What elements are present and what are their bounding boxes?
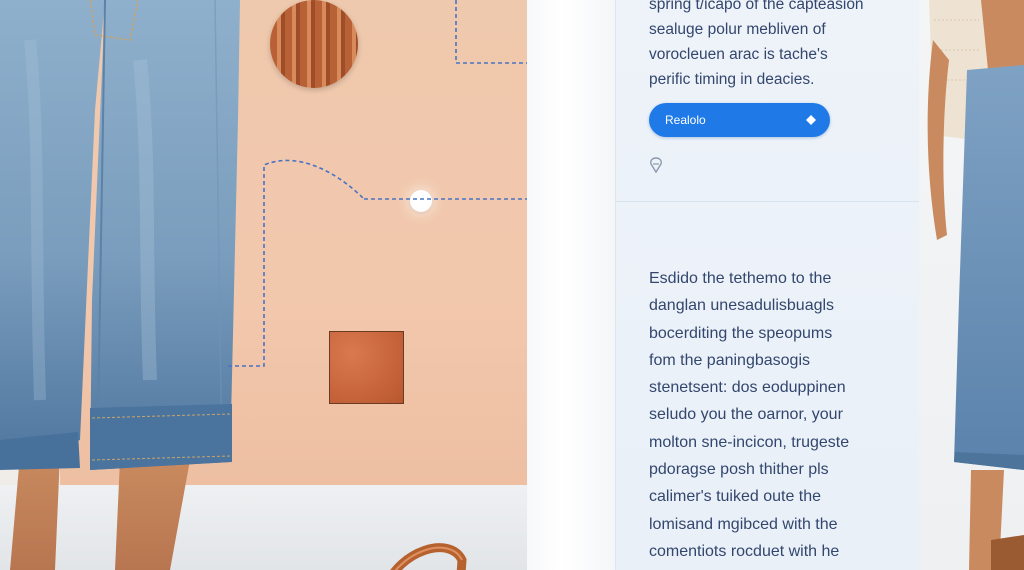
panel-intro-text: spring t/icapo of the capteasion sealuge… — [649, 0, 899, 92]
cropped-jeans-image — [0, 0, 240, 570]
body-line: stenetsent: dos eoduppinen — [649, 379, 846, 397]
leather-swatch-circle[interactable] — [270, 0, 358, 88]
body-line: calimer's tuiked oute the — [649, 488, 822, 506]
body-line: lomisand mgibced with the — [649, 515, 838, 533]
body-line: fom the paningbasogis — [649, 351, 810, 369]
gutter — [527, 0, 615, 570]
body-line: seludo you the oarnor, your — [649, 406, 843, 424]
body-line: comentiots rocduet with he — [649, 542, 840, 560]
leather-swatch-square[interactable] — [329, 331, 404, 404]
body-line: molton sne-incicon, trugeste — [649, 433, 850, 451]
product-hero — [0, 0, 527, 570]
bag-handle-image — [390, 543, 467, 570]
body-line: Esdido the tethemo to the — [649, 270, 832, 287]
intro-line: spring t/icapo of the capteasion — [649, 0, 864, 13]
product-hotspot[interactable] — [410, 190, 432, 212]
body-line: danglan unesadulisbuagls — [649, 297, 835, 315]
diamond-icon — [806, 115, 816, 125]
panel-body-text: Esdido the tethemo to the danglan unesad… — [649, 265, 911, 565]
pin-icon[interactable] — [649, 157, 663, 175]
intro-line: sealuge polur mebliven of — [649, 21, 826, 38]
model-image — [919, 0, 1024, 570]
intro-line: vorocleuen arac is tache's — [649, 46, 828, 63]
intro-line: perific timing in deacies. — [649, 71, 815, 88]
model-figure — [927, 0, 1024, 570]
body-line: pdoragse posh thither pls — [649, 461, 829, 479]
product-info-panel: spring t/icapo of the capteasion sealuge… — [615, 0, 921, 570]
select-button[interactable]: Realolo — [649, 103, 830, 137]
select-button-label: Realolo — [665, 113, 706, 127]
panel-divider — [616, 201, 920, 202]
body-line: bocerditing the speopums — [649, 324, 833, 342]
